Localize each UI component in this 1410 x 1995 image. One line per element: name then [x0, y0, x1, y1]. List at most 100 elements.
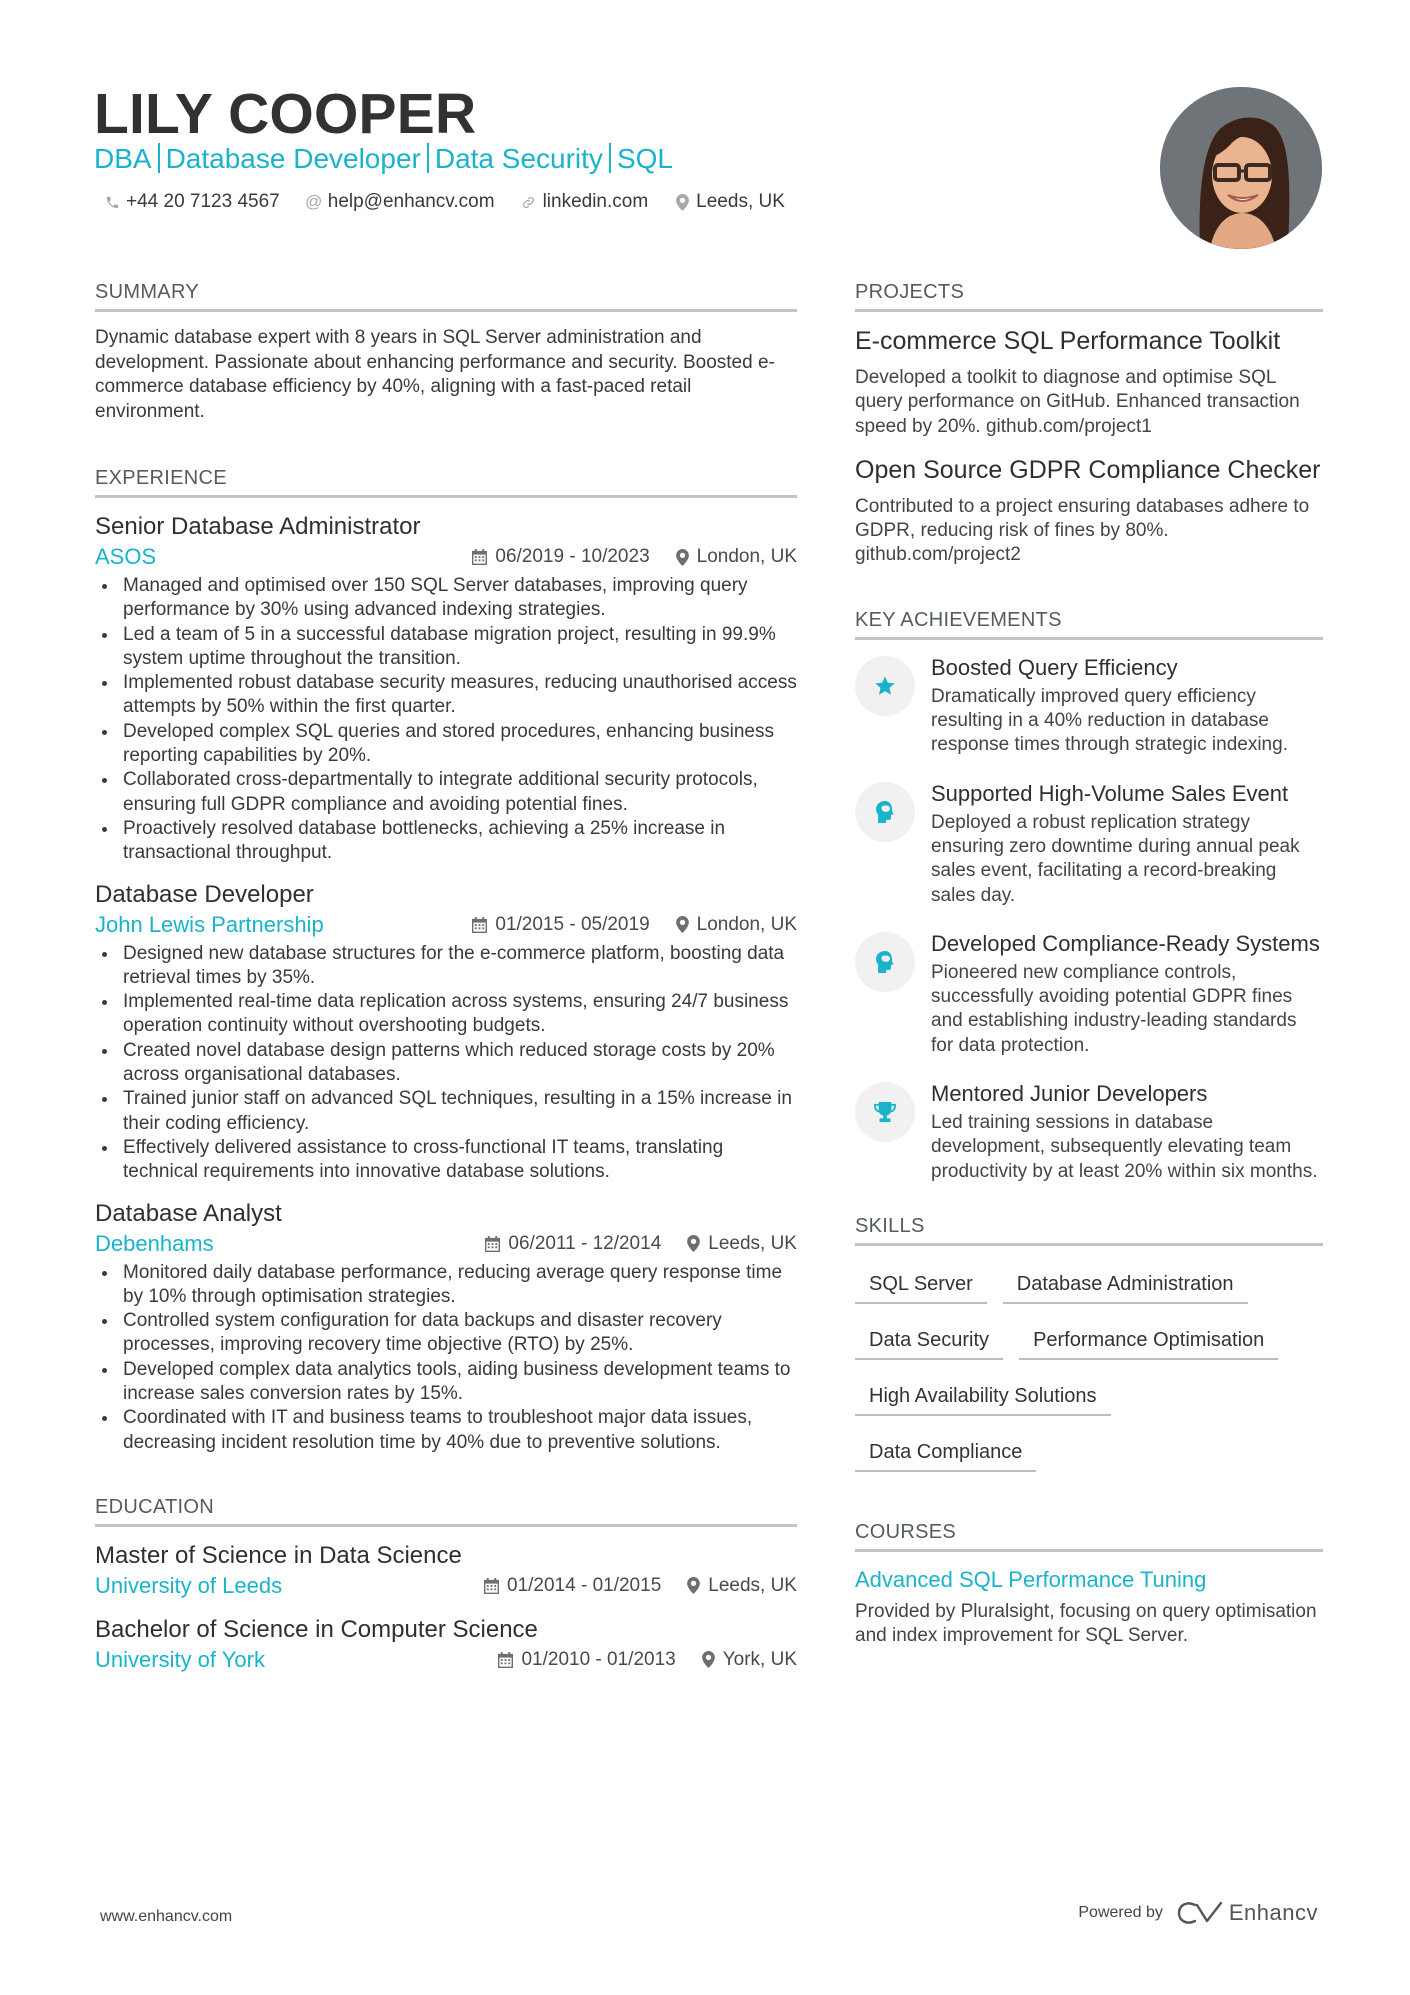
job-location-text: London, UK — [696, 546, 797, 567]
summary-section: SUMMARY Dynamic database expert with 8 y… — [95, 280, 797, 424]
school-name: University of York — [95, 1646, 265, 1672]
headline-part: Data Security — [434, 143, 603, 174]
footer-branding[interactable]: Powered by Enhancv — [1078, 1900, 1318, 1926]
company-name: ASOS — [95, 544, 157, 569]
contact-linkedin[interactable]: linkedin.com — [521, 190, 648, 214]
resume-page: LILY COOPER DBA Database Developer Data Se… — [0, 0, 1410, 1995]
achievement-entry: Supported High-Volume Sales Event Deploy… — [855, 780, 1323, 908]
skill-tag: Data Compliance — [855, 1428, 1037, 1472]
section-title-summary: SUMMARY — [95, 280, 797, 312]
project-title: Open Source GDPR Compliance Checker — [855, 455, 1321, 484]
job-location: Leeds, UK — [687, 1229, 797, 1259]
section-title-skills: SKILLS — [855, 1214, 1323, 1246]
course-title: Advanced SQL Performance Tuning — [855, 1566, 1207, 1592]
achievement-title: Supported High-Volume Sales Event — [931, 780, 1289, 806]
right-column: PROJECTS E-commerce SQL Performance Tool… — [855, 280, 1323, 1649]
footer-website-link[interactable]: www.enhancv.com — [100, 1908, 232, 1926]
summary-text: Dynamic database expert with 8 years in … — [95, 327, 775, 422]
job-meta-right: 06/2011 - 12/2014 Leeds, UK — [485, 1229, 797, 1259]
education-dates: 01/2010 - 01/2013 — [498, 1645, 676, 1675]
contact-location-text: Leeds, UK — [696, 191, 785, 212]
job-meta-right: 01/2015 - 05/2019 London, UK — [472, 910, 797, 940]
calendar-icon — [498, 1651, 514, 1668]
section-title-achievements: KEY ACHIEVEMENTS — [855, 608, 1323, 640]
job-meta: John Lewis Partnership 01/2015 - 05/2019… — [95, 910, 797, 940]
education-dates-text: 01/2010 - 01/2013 — [521, 1648, 676, 1670]
headline-separator — [157, 143, 160, 173]
job-location: London, UK — [675, 542, 797, 572]
job-dates: 06/2019 - 10/2023 — [472, 542, 650, 572]
achievement-icon-badge — [855, 655, 915, 716]
job-dates-text: 06/2019 - 10/2023 — [495, 546, 650, 567]
education-location-text: York, UK — [722, 1648, 797, 1670]
achievement-entry: Developed Compliance-Ready Systems Pione… — [855, 930, 1323, 1058]
experience-entry: Database Analyst Debenhams 06/2011 - 12/… — [95, 1199, 797, 1455]
job-bullet: Effectively delivered assistance to cros… — [95, 1136, 797, 1185]
section-title-projects: PROJECTS — [855, 280, 1323, 312]
education-location: York, UK — [701, 1645, 797, 1675]
calendar-icon — [485, 1235, 501, 1252]
calendar-icon — [472, 549, 488, 565]
section-title-education: EDUCATION — [95, 1495, 797, 1527]
course-entry: Advanced SQL Performance Tuning Provided… — [855, 1566, 1323, 1649]
left-column: SUMMARY Dynamic database expert with 8 y… — [95, 280, 797, 1689]
location-icon — [687, 1577, 701, 1595]
projects-section: PROJECTS E-commerce SQL Performance Tool… — [855, 280, 1323, 568]
job-bullet: Managed and optimised over 150 SQL Serve… — [95, 574, 797, 623]
job-bullet: Collaborated cross-departmentally to int… — [95, 768, 797, 817]
job-bullet: Implemented real-time data replication a… — [95, 990, 797, 1039]
headline-separator — [608, 143, 611, 173]
job-bullet: Proactively resolved database bottleneck… — [95, 817, 797, 866]
headline-part: Database Developer — [165, 143, 421, 174]
skills-list: SQL Server Database Administration Data … — [855, 1260, 1323, 1484]
achievement-body: Mentored Junior Developers Led training … — [931, 1080, 1323, 1184]
calendar-icon — [484, 1577, 500, 1594]
profile-photo-illustration — [1160, 87, 1322, 249]
headline-separator — [426, 143, 429, 173]
experience-entry: Senior Database Administrator ASOS 06/20… — [95, 512, 797, 866]
section-title-experience: EXPERIENCE — [95, 466, 797, 498]
job-bullets: Monitored daily database performance, re… — [95, 1261, 797, 1455]
section-title-courses: COURSES — [855, 1520, 1323, 1552]
job-bullet: Monitored daily database performance, re… — [95, 1261, 797, 1310]
achievement-body: Boosted Query Efficiency Dramatically im… — [931, 654, 1323, 758]
job-bullet: Developed complex data analytics tools, … — [95, 1358, 797, 1407]
job-location-text: Leeds, UK — [708, 1232, 797, 1254]
achievement-description: Dramatically improved query efficiency r… — [931, 685, 1288, 756]
job-bullet: Coordinated with IT and business teams t… — [95, 1406, 797, 1455]
achievement-body: Supported High-Volume Sales Event Deploy… — [931, 780, 1323, 908]
education-location-text: Leeds, UK — [708, 1574, 797, 1596]
job-bullets: Managed and optimised over 150 SQL Serve… — [95, 574, 797, 866]
job-meta: ASOS 06/2019 - 10/2023 London, UK — [95, 542, 797, 572]
job-location-text: London, UK — [696, 913, 797, 935]
education-meta: University of York 01/2010 - 01/2013 Yor… — [95, 1645, 797, 1675]
achievements-section: KEY ACHIEVEMENTS Boosted Query Efficienc… — [855, 608, 1323, 1184]
job-bullet: Trained junior staff on advanced SQL tec… — [95, 1087, 797, 1136]
powered-by-label: Powered by — [1078, 1904, 1163, 1921]
project-entry: E-commerce SQL Performance Toolkit Devel… — [855, 326, 1323, 439]
achievement-description: Deployed a robust replication strategy e… — [931, 811, 1300, 906]
job-dates: 06/2011 - 12/2014 — [485, 1229, 661, 1259]
education-entry: Master of Science in Data Science Univer… — [95, 1541, 797, 1601]
contact-email-text: help@enhancv.com — [327, 191, 495, 212]
achievement-body: Developed Compliance-Ready Systems Pione… — [931, 930, 1323, 1058]
education-section: EDUCATION Master of Science in Data Scie… — [95, 1495, 797, 1675]
job-bullet: Developed complex SQL queries and stored… — [95, 720, 797, 769]
job-dates-text: 01/2015 - 05/2019 — [495, 913, 650, 935]
contact-phone[interactable]: +44 20 7123 4567 — [104, 190, 280, 214]
enhancv-logo-icon — [1177, 1901, 1223, 1924]
achievement-title: Mentored Junior Developers — [931, 1081, 1208, 1107]
location-icon — [675, 548, 689, 566]
skill-tag: High Availability Solutions — [855, 1372, 1111, 1416]
location-icon — [674, 193, 690, 211]
head-brain-icon — [876, 950, 894, 973]
link-icon — [521, 195, 537, 210]
education-entry: Bachelor of Science in Computer Science … — [95, 1615, 797, 1675]
calendar-icon — [472, 916, 488, 933]
headline-part: DBA — [94, 143, 152, 174]
achievement-icon-badge — [855, 1082, 915, 1143]
project-entry: Open Source GDPR Compliance Checker Cont… — [855, 455, 1323, 568]
contact-email[interactable]: @ help@enhancv.com — [305, 190, 495, 214]
achievement-icon-badge — [855, 781, 915, 842]
contact-phone-text: +44 20 7123 4567 — [126, 191, 280, 212]
